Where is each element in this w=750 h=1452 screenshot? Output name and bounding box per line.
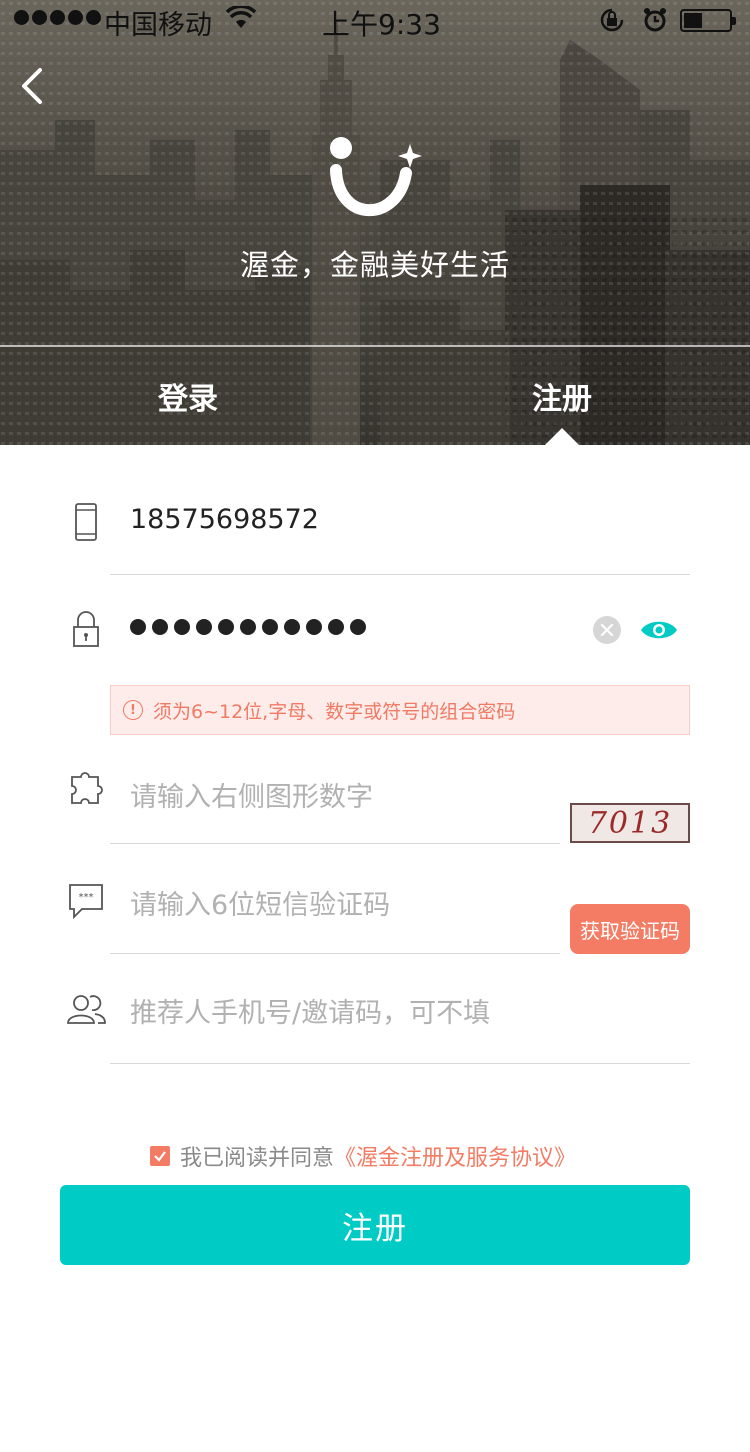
exclamation-icon: ! bbox=[123, 700, 143, 720]
puzzle-icon bbox=[71, 772, 103, 804]
divider bbox=[110, 574, 690, 575]
divider bbox=[110, 1063, 690, 1064]
mobile-phone-icon bbox=[75, 503, 97, 541]
chevron-left-icon bbox=[22, 68, 42, 104]
agreement-link[interactable]: 《渥金注册及服务协议》 bbox=[334, 1140, 576, 1172]
status-bar: 中国移动 上午9:33 bbox=[0, 0, 750, 41]
divider bbox=[110, 953, 560, 954]
register-button[interactable]: 注册 bbox=[60, 1185, 690, 1265]
battery-icon bbox=[680, 9, 736, 32]
padlock-icon bbox=[73, 611, 99, 647]
password-warning-text: 须为6~12位,字母、数字或符号的组合密码 bbox=[153, 700, 516, 723]
signal-dots-icon bbox=[14, 10, 101, 25]
users-icon bbox=[67, 995, 106, 1024]
tab-login[interactable]: 登录 bbox=[88, 374, 288, 418]
eye-icon[interactable] bbox=[638, 616, 680, 644]
agreement-checkbox[interactable] bbox=[150, 1146, 170, 1166]
rotation-lock-icon bbox=[600, 8, 624, 32]
referrer-row: 推荐人手机号/邀请码，可不填 bbox=[0, 985, 750, 1075]
back-button[interactable] bbox=[14, 64, 54, 108]
wifi-icon bbox=[226, 6, 256, 28]
checkmark-icon bbox=[154, 1151, 166, 1162]
svg-text:***: *** bbox=[79, 892, 94, 903]
carrier-label: 中国移动 bbox=[104, 10, 212, 41]
tab-register[interactable]: 注册 bbox=[462, 374, 662, 418]
captcha-input[interactable]: 请输入右侧图形数字 bbox=[130, 775, 373, 814]
agreement: 我已阅读并同意 《渥金注册及服务协议》 bbox=[150, 1140, 576, 1172]
password-row bbox=[0, 600, 750, 690]
get-sms-code-button[interactable]: 获取验证码 bbox=[570, 904, 690, 954]
sms-message-icon: *** bbox=[69, 884, 103, 920]
clear-icon bbox=[600, 623, 614, 637]
agreement-text: 我已阅读并同意 bbox=[180, 1146, 335, 1171]
referrer-input[interactable]: 推荐人手机号/邀请码，可不填 bbox=[130, 991, 490, 1030]
active-tab-indicator bbox=[545, 428, 579, 445]
phone-row: 18575698572 bbox=[0, 490, 750, 580]
slogan: 渥金，金融美好生活 bbox=[239, 248, 510, 282]
clear-button[interactable] bbox=[593, 616, 621, 644]
sms-code-input[interactable]: 请输入6位短信验证码 bbox=[130, 883, 390, 922]
status-time: 上午9:33 bbox=[322, 8, 441, 41]
captcha-image[interactable]: 7013 bbox=[570, 803, 690, 843]
header-hero: 中国移动 上午9:33 渥金，金融美好生活 登录 注册 bbox=[0, 0, 750, 445]
brand-logo-icon bbox=[330, 137, 422, 216]
password-field[interactable] bbox=[130, 619, 366, 635]
alarm-icon bbox=[644, 8, 666, 32]
divider bbox=[0, 345, 750, 347]
divider bbox=[110, 843, 560, 844]
phone-field[interactable]: 18575698572 bbox=[130, 504, 319, 535]
password-warning: ! 须为6~12位,字母、数字或符号的组合密码 bbox=[110, 685, 690, 735]
